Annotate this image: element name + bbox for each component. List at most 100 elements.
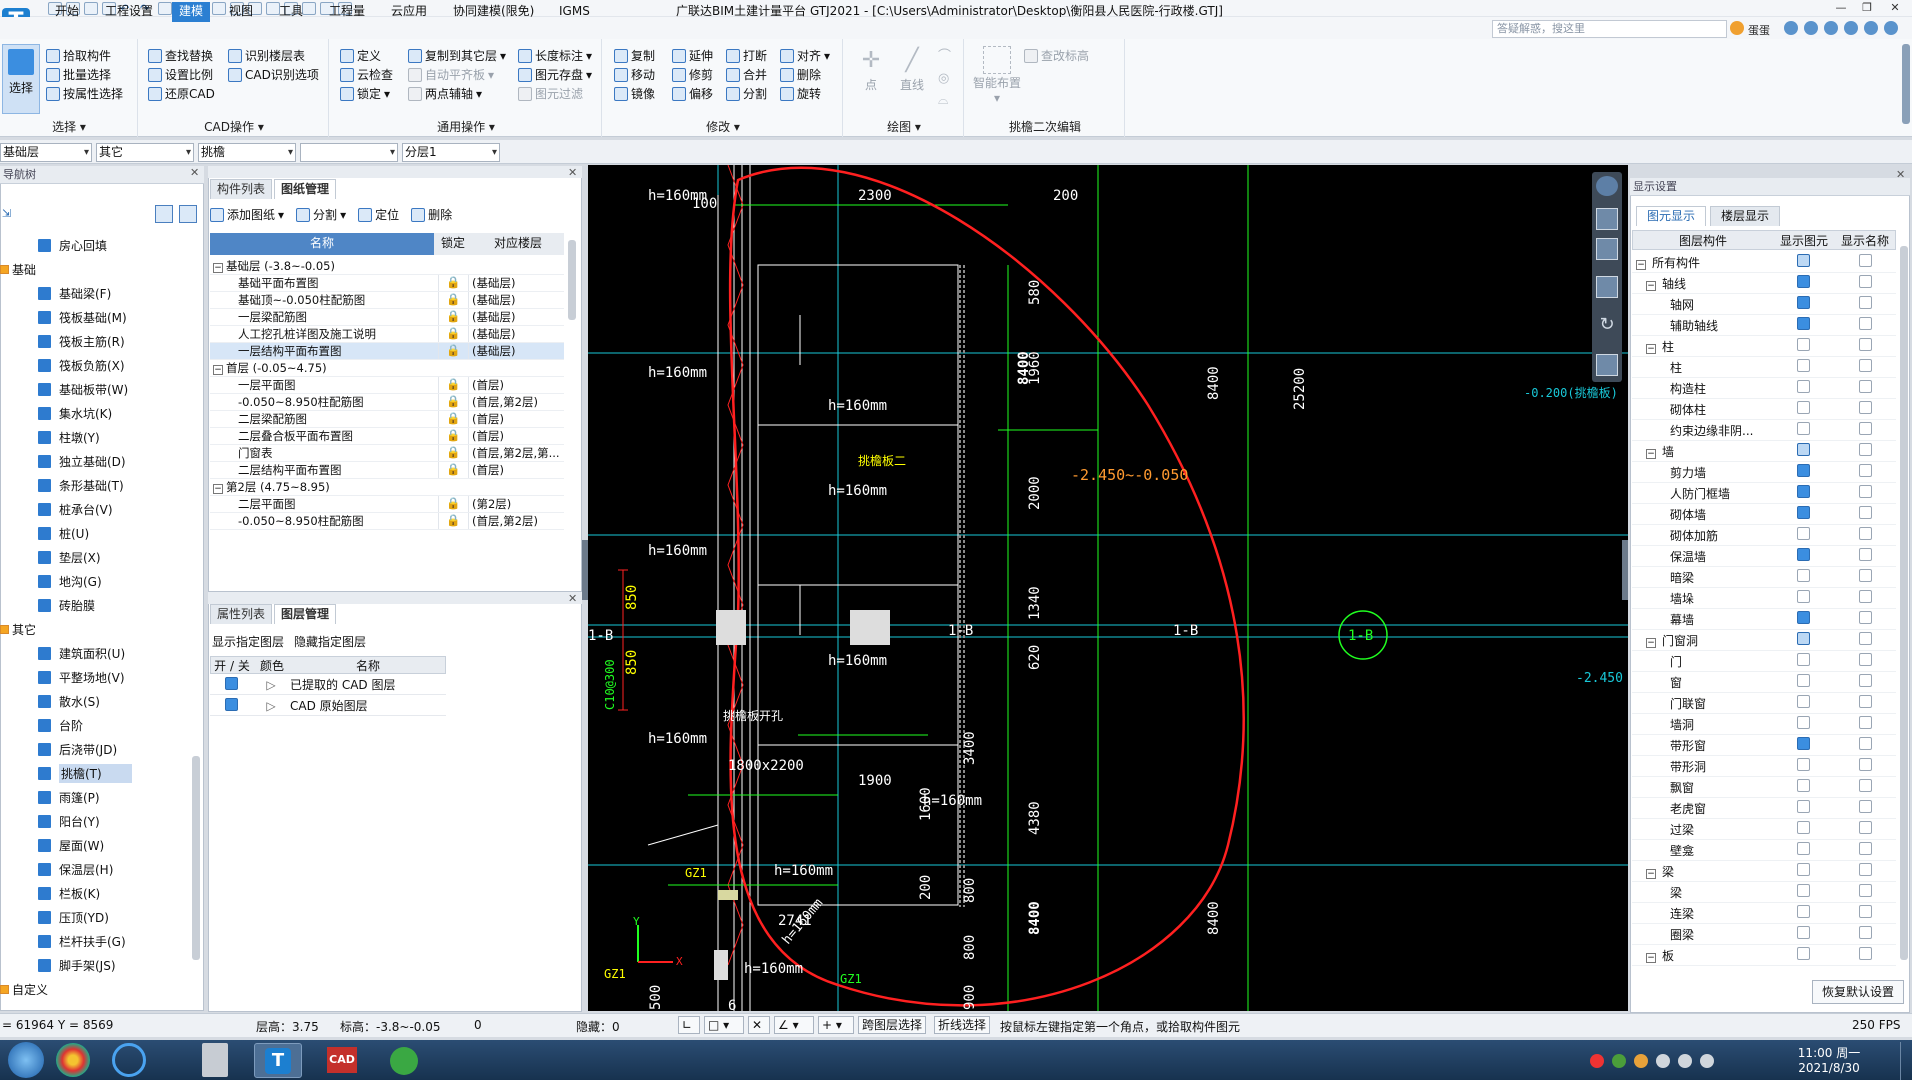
show-name-checkbox[interactable] [1858, 758, 1872, 771]
tab-collab[interactable]: 协同建模(限免) [446, 2, 541, 22]
show-element-checkbox[interactable] [1796, 485, 1810, 498]
search-app-icon[interactable] [112, 1043, 146, 1077]
tab-cloud[interactable]: 云应用 [384, 2, 434, 22]
delete-button[interactable]: 删除 [780, 65, 842, 84]
show-name-checkbox[interactable] [1858, 422, 1872, 435]
group-toggle-icon[interactable] [0, 264, 9, 274]
locate-drawing-button[interactable]: 定位 [358, 205, 399, 224]
nav-item[interactable]: 平整场地(V) [0, 665, 192, 689]
expand-icon[interactable]: ▷ [252, 699, 290, 713]
show-name-checkbox[interactable] [1858, 275, 1872, 288]
show-element-checkbox[interactable] [1796, 380, 1810, 393]
edit-elevation-button[interactable]: 查改标高 [1024, 46, 1089, 65]
ortho-toggle-icon[interactable]: ∟ [678, 1016, 700, 1034]
show-name-checkbox[interactable] [1858, 800, 1872, 813]
show-element-checkbox[interactable] [1796, 443, 1810, 456]
collapse-icon[interactable]: − [1646, 868, 1656, 879]
tray-wechat-icon[interactable] [1612, 1054, 1626, 1068]
show-element-checkbox[interactable] [1796, 716, 1810, 729]
show-element-checkbox[interactable] [1796, 695, 1810, 708]
show-element-checkbox[interactable] [1796, 338, 1810, 351]
nav-item[interactable]: 桩承台(V) [0, 497, 192, 521]
grid-view-icon[interactable] [1596, 354, 1618, 376]
lock-icon[interactable]: 🔒 [438, 309, 468, 325]
cloud-check-button[interactable]: 云检查 [340, 65, 410, 84]
drawing-row[interactable]: 基础顶~-0.050柱配筋图 🔒 (基础层) [210, 292, 564, 309]
tray-qq-icon[interactable] [1634, 1054, 1648, 1068]
show-element-checkbox[interactable] [1796, 464, 1810, 477]
show-name-checkbox[interactable] [1858, 884, 1872, 897]
show-name-checkbox[interactable] [1858, 926, 1872, 939]
summary-icon[interactable] [158, 2, 172, 15]
drawing-row[interactable]: 一层平面图 🔒 (首层) [210, 377, 564, 394]
tab-start[interactable]: 开始 [48, 2, 86, 22]
save-element-button[interactable]: 图元存盘 ▾ [518, 65, 600, 84]
component-type-combo[interactable]: 挑檐 [198, 143, 296, 162]
offset-toggle-icon[interactable]: + ▾ [818, 1016, 854, 1034]
show-name-checkbox[interactable] [1858, 842, 1872, 855]
cad-taskbar-button[interactable]: CAD [318, 1043, 366, 1078]
copy-button[interactable]: 复制 [614, 46, 672, 65]
tray-volume-icon[interactable] [1700, 1054, 1714, 1068]
canvas-right-splitter[interactable] [1622, 540, 1628, 600]
drawing-row[interactable]: 门窗表 🔒 (首层,第2层,第... [210, 445, 564, 462]
layer-close-icon[interactable]: ✕ [568, 592, 577, 605]
drawing-scrollbar[interactable] [568, 240, 576, 320]
drawing-close-icon[interactable]: ✕ [568, 166, 577, 179]
pick-component-button[interactable]: 拾取构件 [46, 46, 136, 65]
show-element-checkbox[interactable] [1796, 800, 1810, 813]
define-button[interactable]: 定义 [340, 46, 410, 65]
minimize-button[interactable]: — [1828, 0, 1854, 16]
show-name-checkbox[interactable] [1858, 254, 1872, 267]
globe-view-icon[interactable] [1596, 176, 1618, 196]
restore-cad-button[interactable]: 还原CAD [148, 84, 228, 103]
point-button[interactable]: ✛ 点 [856, 46, 886, 93]
nav-item[interactable]: 阳台(Y) [0, 809, 192, 833]
chrome-icon[interactable] [56, 1043, 90, 1077]
show-element-checkbox[interactable] [1796, 632, 1810, 645]
show-element-checkbox[interactable] [1796, 905, 1810, 918]
reset-default-button[interactable]: 恢复默认设置 [1812, 980, 1904, 1004]
gtj-taskbar-button[interactable]: T [254, 1043, 302, 1078]
copy-to-floor-button[interactable]: 复制到其它层 ▾ [408, 46, 518, 65]
smart-layout-button[interactable]: 智能布置 ▾ [970, 46, 1024, 105]
clock[interactable]: 11:00 周一 2021/8/30 [1784, 1044, 1874, 1075]
offset-button[interactable]: 偏移 [672, 84, 726, 103]
show-name-checkbox[interactable] [1858, 380, 1872, 393]
collapse-icon[interactable]: − [213, 484, 223, 494]
info-icon[interactable] [1864, 21, 1878, 35]
lock-icon[interactable]: 🔒 [438, 411, 468, 427]
move-button[interactable]: 移动 [614, 65, 672, 84]
show-name-checkbox[interactable] [1858, 947, 1872, 960]
show-element-checkbox[interactable] [1796, 527, 1810, 540]
show-desktop-button[interactable] [1900, 1042, 1912, 1080]
show-name-checkbox[interactable] [1858, 674, 1872, 687]
snap-toggle-icon[interactable]: □ ▾ [704, 1016, 744, 1034]
show-name-checkbox[interactable] [1858, 821, 1872, 834]
nav-item[interactable]: 柱墩(Y) [0, 425, 192, 449]
nav-group[interactable]: 自定义 [0, 977, 192, 1001]
show-name-checkbox[interactable] [1858, 464, 1872, 477]
delete-drawing-button[interactable]: 删除 [411, 205, 452, 224]
line-button[interactable]: ╱ 直线 [896, 46, 928, 93]
show-name-checkbox[interactable] [1858, 296, 1872, 309]
tab-element-display[interactable]: 图元显示 [1636, 206, 1707, 226]
drawing-row[interactable]: 基础平面布置图 🔒 (基础层) [210, 275, 564, 292]
canvas-left-splitter[interactable] [582, 540, 588, 600]
nav-item[interactable]: 筏板基础(M) [0, 305, 192, 329]
nav-item[interactable]: 基础板带(W) [0, 377, 192, 401]
nav-item[interactable]: 挑檐(T) [0, 761, 192, 785]
lock-icon[interactable]: 🔒 [438, 428, 468, 444]
angle-toggle-icon[interactable]: ∠ ▾ [774, 1016, 814, 1034]
hide-layer-link[interactable]: 隐藏指定图层 [294, 633, 366, 650]
show-name-checkbox[interactable] [1858, 695, 1872, 708]
cross-layer-select-button[interactable]: 跨图层选择 [858, 1016, 927, 1034]
tab-property-list[interactable]: 属性列表 [210, 604, 273, 624]
rotate-view-icon[interactable]: ↻ [1596, 314, 1618, 336]
collapse-icon[interactable]: − [1646, 343, 1656, 354]
save-icon[interactable] [84, 2, 98, 15]
show-element-checkbox[interactable] [1796, 779, 1810, 792]
col-lock-header[interactable]: 锁定 [434, 233, 472, 255]
nav-item[interactable]: 桩(U) [0, 521, 192, 545]
show-name-checkbox[interactable] [1858, 359, 1872, 372]
